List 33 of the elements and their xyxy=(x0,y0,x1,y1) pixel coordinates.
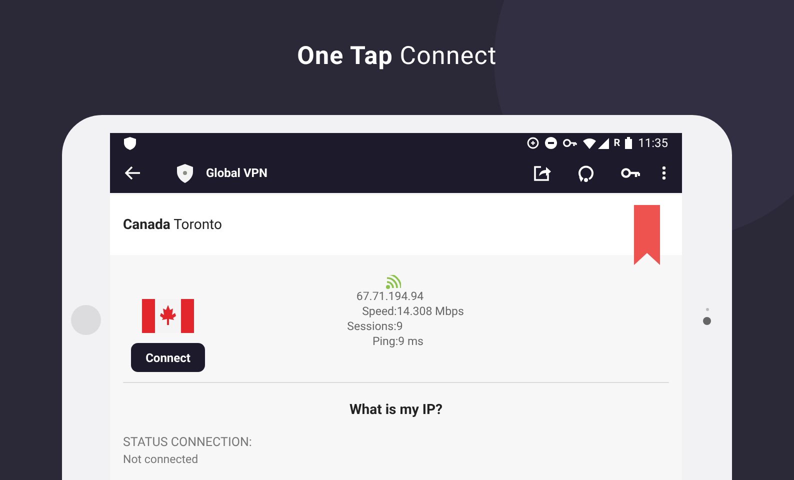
refresh-button[interactable] xyxy=(576,163,596,183)
network-label: R xyxy=(614,136,620,150)
battery-icon xyxy=(625,137,632,149)
share-button[interactable] xyxy=(532,163,552,183)
do-not-disturb-icon xyxy=(544,137,557,149)
signal-icon xyxy=(598,138,609,148)
status-value: Not connected xyxy=(122,451,200,467)
connect-button[interactable]: Connect xyxy=(131,343,205,372)
server-sessions: Sessions:9 xyxy=(347,319,404,334)
server-ip: 67.71.194.94 xyxy=(356,289,425,304)
bookmark-icon xyxy=(634,205,660,265)
section-heading: What is my IP? xyxy=(348,401,444,420)
key-icon xyxy=(620,168,640,178)
more-button[interactable] xyxy=(660,164,668,182)
clock-time: 11:35 xyxy=(638,135,668,152)
server-ping: Ping:9 ms xyxy=(372,334,424,349)
refresh-icon xyxy=(577,164,595,182)
server-speed: Speed:14.308 Mbps xyxy=(361,304,464,319)
share-icon xyxy=(533,164,551,182)
headline: One Tap Connect xyxy=(297,40,497,73)
back-button[interactable] xyxy=(124,164,142,182)
status-label: STATUS CONNECTION: xyxy=(122,435,253,451)
shield-logo-icon xyxy=(177,164,193,182)
location-label: Canada Toronto xyxy=(123,216,222,234)
canada-flag-icon xyxy=(142,299,194,333)
signal-strength-icon xyxy=(386,275,400,289)
wifi-icon xyxy=(582,138,596,148)
key-icon xyxy=(562,139,577,147)
back-arrow-icon xyxy=(125,166,141,180)
shield-icon xyxy=(124,136,136,150)
data-saver-icon xyxy=(526,137,539,149)
more-icon xyxy=(662,166,666,180)
app-title: Global VPN xyxy=(206,165,268,182)
